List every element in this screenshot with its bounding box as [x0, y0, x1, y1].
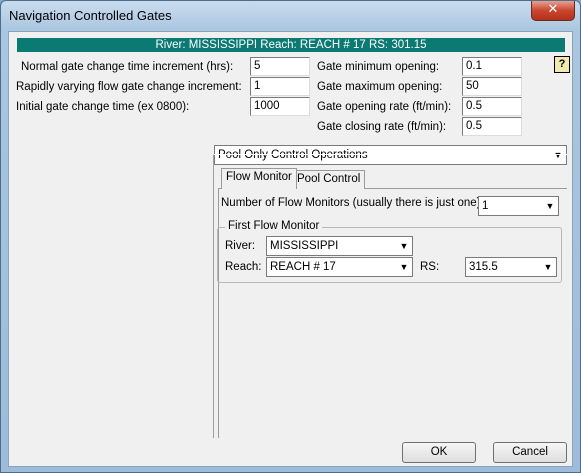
reach-label: Reach: — [225, 261, 262, 273]
normal-increment-input[interactable]: 5 — [250, 57, 310, 76]
dialog-client-area: River: MISSISSIPPI Reach: REACH # 17 RS:… — [8, 31, 573, 467]
initial-time-input[interactable]: 1000 — [250, 97, 310, 116]
opening-rate-label: Gate opening rate (ft/min): — [317, 101, 452, 113]
tab-pool-control[interactable]: Pool Control — [292, 170, 366, 189]
gate-min-input[interactable]: 0.1 — [462, 57, 522, 76]
reach-value: REACH # 17 — [270, 261, 336, 273]
closing-rate-input[interactable]: 0.5 — [462, 117, 522, 136]
cancel-button[interactable]: Cancel — [493, 442, 567, 463]
monitor-count-label: Number of Flow Monitors (usually there i… — [221, 197, 484, 209]
chevron-down-icon: ▼ — [399, 241, 409, 251]
initial-time-label: Initial gate change time (ex 0800): — [16, 101, 190, 113]
opening-rate-input[interactable]: 0.5 — [462, 97, 522, 116]
dialog-window: Navigation Controlled Gates ✕ River: MIS… — [0, 0, 581, 473]
river-label: River: — [225, 240, 256, 252]
rs-select[interactable]: 315.5 ▼ — [465, 257, 557, 277]
rapid-increment-label: Rapidly varying flow gate change increme… — [16, 81, 242, 93]
gate-max-label: Gate maximum opening: — [317, 81, 443, 93]
reach-select[interactable]: REACH # 17 ▼ — [266, 257, 413, 277]
river-value: MISSISSIPPI — [270, 240, 339, 252]
tab-flow-monitor[interactable]: Flow Monitor — [221, 168, 297, 189]
gate-max-input[interactable]: 50 — [462, 77, 522, 96]
river-select[interactable]: MISSISSIPPI ▼ — [266, 236, 413, 256]
rs-value: 315.5 — [469, 261, 498, 273]
rapid-increment-input[interactable]: 1 — [250, 77, 310, 96]
location-header: River: MISSISSIPPI Reach: REACH # 17 RS:… — [17, 38, 565, 52]
chevron-down-icon: ▼ — [543, 262, 553, 272]
closing-rate-label: Gate closing rate (ft/min): — [317, 121, 447, 133]
first-flow-monitor-title: First Flow Monitor — [225, 220, 323, 232]
close-button[interactable]: ✕ — [531, 1, 575, 21]
rs-label: RS: — [420, 261, 440, 273]
chevron-down-icon: ▼ — [545, 201, 555, 211]
normal-increment-label: Normal gate change time increment (hrs): — [21, 61, 234, 73]
help-button[interactable]: ? — [554, 56, 570, 73]
chevron-down-icon: ▼ — [399, 262, 409, 272]
title-bar[interactable]: Navigation Controlled Gates ✕ — [1, 1, 580, 31]
ok-button[interactable]: OK — [402, 442, 476, 463]
gate-min-label: Gate minimum opening: — [317, 61, 440, 73]
monitor-count-select[interactable]: 1 ▼ — [478, 196, 559, 216]
window-title: Navigation Controlled Gates — [9, 8, 172, 23]
monitor-count-value: 1 — [482, 200, 489, 212]
